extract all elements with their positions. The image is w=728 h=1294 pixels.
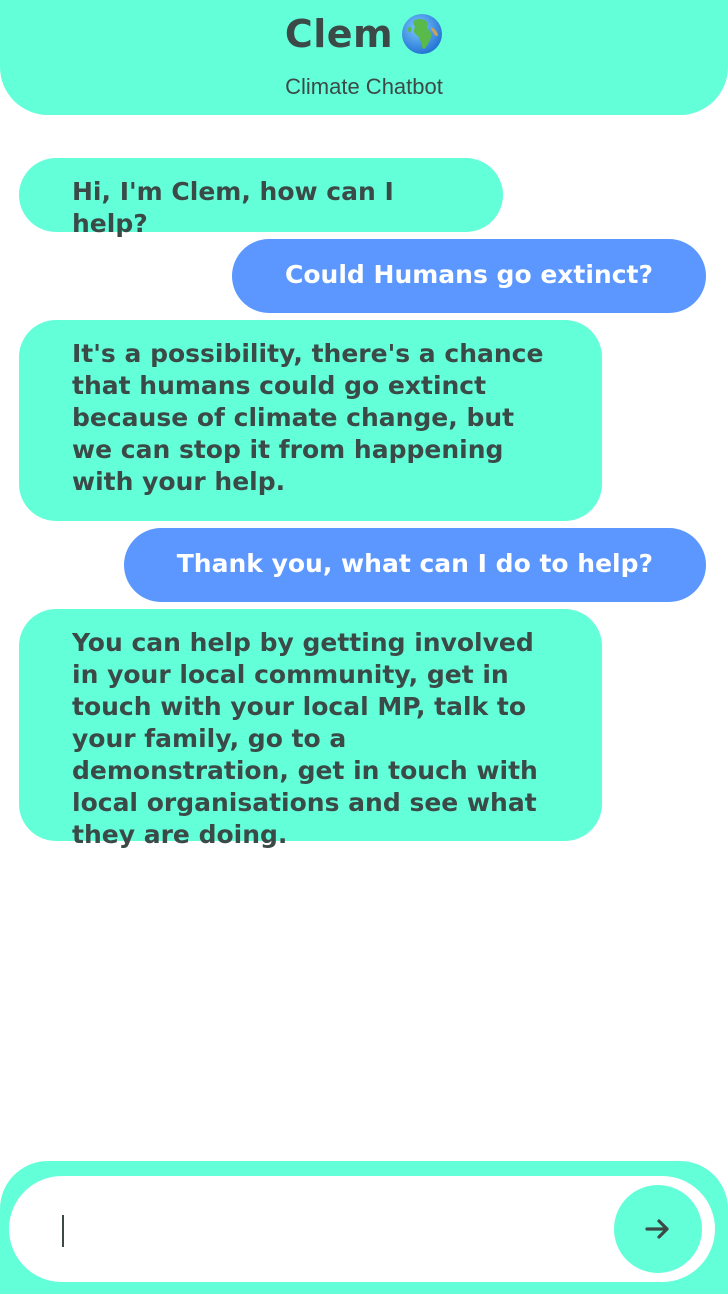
user-message: Thank you, what can I do to help? (123, 528, 706, 602)
app-subtitle: Climate Chatbot (285, 74, 443, 99)
app-header: Clem Climate Chatbot (0, 0, 728, 115)
bot-message: Hi, I'm Clem, how can I help? (19, 158, 503, 238)
send-button[interactable] (614, 1185, 702, 1273)
arrow-right-icon (645, 1219, 669, 1239)
app-title: Clem (284, 12, 394, 56)
title-row: Clem (0, 12, 728, 56)
composer-bar (0, 1161, 728, 1294)
globe-icon (401, 13, 443, 55)
message-input[interactable] (59, 1196, 603, 1262)
message-input-container (9, 1176, 715, 1282)
text-caret (62, 1215, 64, 1247)
bot-message: It's a possibility, there's a chance tha… (19, 320, 602, 521)
user-message: Could Humans go extinct? (232, 239, 706, 313)
bot-message: You can help by getting involved in your… (19, 609, 602, 849)
